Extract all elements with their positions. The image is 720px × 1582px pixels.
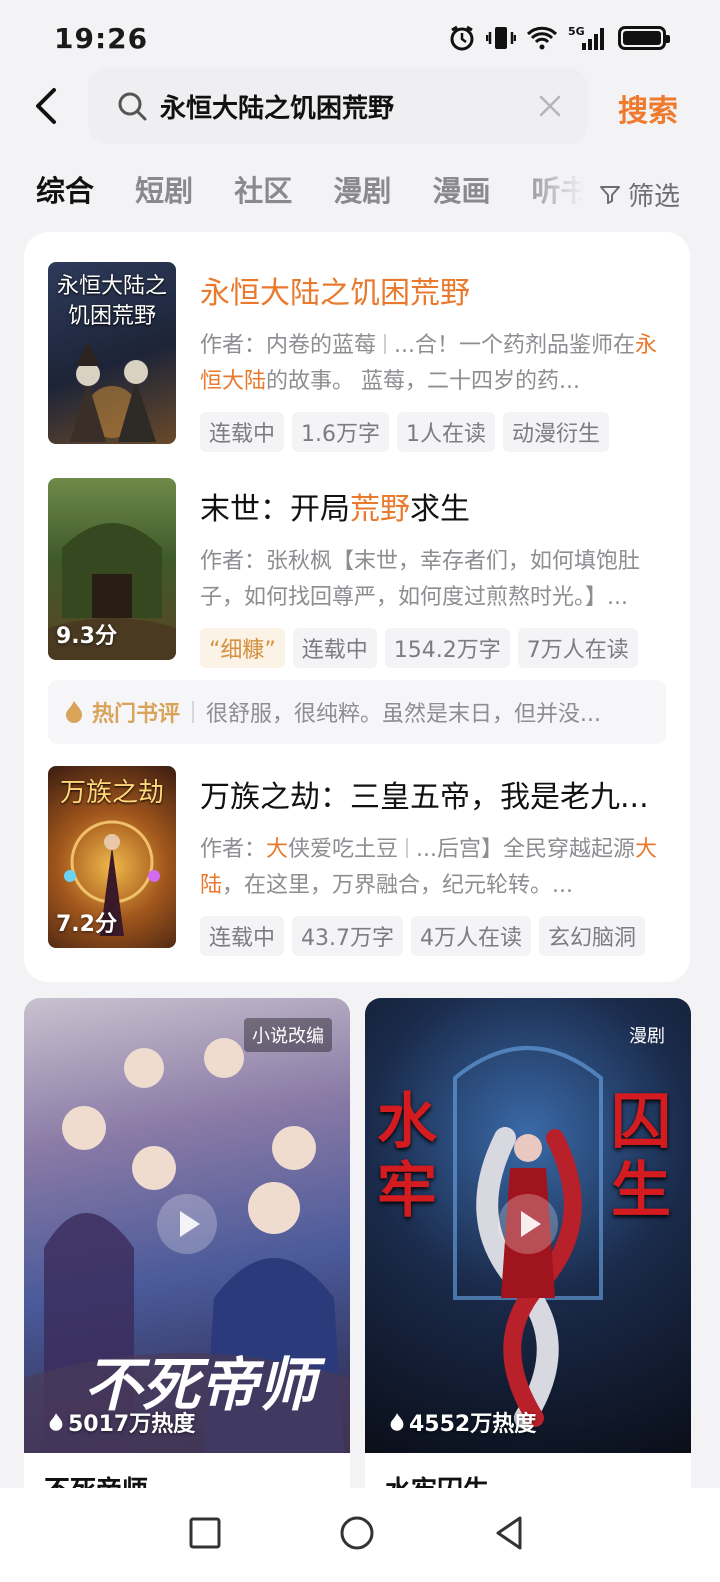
book-description: 作者：内卷的蓝莓 ...合！一个药剂品鉴师在永恒大陆的故事。 蓝莓，二十四岁的药.…	[200, 333, 658, 394]
book-cover: 9.3分	[48, 478, 176, 660]
poster-title-right: 囚生	[611, 1087, 671, 1226]
search-query-text: 永恒大陆之饥困荒野	[160, 94, 395, 124]
search-button[interactable]: 搜索	[618, 86, 678, 130]
tabs-fade	[520, 168, 600, 218]
play-icon[interactable]	[498, 1194, 558, 1254]
back-nav-icon[interactable]	[488, 1512, 530, 1554]
status-icons: 5G	[448, 24, 670, 52]
cover-title: 万族之劫	[59, 778, 164, 808]
tag-highlight: “细糠”	[200, 628, 285, 668]
book-item[interactable]: 9.3分 末世：开局荒野求生 作者：张秋枫【末世，幸存者们，如何填饱肚子，如何找…	[48, 478, 668, 668]
book-tags: 连载中 1.6万字 1人在读 动漫衍生	[200, 412, 670, 452]
hot-review-label: 热门书评	[92, 702, 181, 727]
book-description: 作者：大侠爱吃土豆 ...后宫】全民穿越起源大陆，在这里，万界融合，纪元轮转。..…	[200, 837, 658, 898]
drama-card[interactable]: 水牢 囚生 漫剧 4552万热度 水牢 囚生	[365, 998, 691, 1558]
book-title: 末世：开局荒野求生	[200, 492, 470, 527]
drama-poster: 水牢 囚生	[365, 998, 691, 1453]
alarm-icon	[448, 24, 476, 52]
flame-icon	[66, 701, 82, 723]
book-info: 万族之劫：三皇五帝，我是老九... 作者：大侠爱吃土豆 ...后宫】全民穿越起源大…	[200, 772, 670, 956]
network-type: 5G	[568, 25, 585, 38]
tab-short-drama[interactable]: 短剧	[135, 168, 193, 210]
tag: 4万人在读	[411, 916, 532, 956]
drama-badge: 漫剧	[629, 1026, 665, 1047]
tag: 1人在读	[397, 412, 496, 452]
filter-icon	[600, 185, 620, 204]
tab-comic-drama[interactable]: 漫剧	[333, 168, 391, 210]
filter-label: 筛选	[628, 182, 681, 212]
tag: 43.7万字	[292, 916, 404, 956]
tag: 玄幻脑洞	[539, 916, 646, 956]
wifi-icon	[526, 25, 558, 51]
tag: 7万人在读	[517, 628, 638, 668]
category-tabs: 综合 短剧 社区 漫剧 漫画 听书	[36, 168, 596, 218]
book-item[interactable]: 永恒大陆之饥困荒野 永恒大陆之饥困荒野 作者：内卷的蓝莓 ...合！一个药剂品鉴师…	[48, 262, 668, 452]
tab-comprehensive[interactable]: 综合	[36, 168, 94, 210]
status-bar: 19:26 5G	[0, 0, 720, 72]
tag: 连载中	[200, 916, 285, 956]
drama-poster: 不死帝师	[24, 998, 350, 1453]
book-cover: 永恒大陆之饥困荒野	[48, 262, 176, 444]
tag: 154.2万字	[384, 628, 510, 668]
home-icon[interactable]	[336, 1512, 378, 1554]
back-button[interactable]	[28, 84, 68, 128]
system-nav-bar	[0, 1488, 720, 1582]
book-score: 9.3分	[56, 624, 117, 649]
hot-review-text: 很舒服，很纯粹。虽然是末日，但并没...	[206, 702, 601, 727]
vibrate-icon	[486, 24, 516, 52]
book-info: 末世：开局荒野求生 作者：张秋枫【末世，幸存者们，如何填饱肚子，如何找回尊严，如…	[200, 484, 670, 668]
search-icon	[118, 92, 147, 121]
tab-comics[interactable]: 漫画	[432, 168, 490, 210]
results-card: 永恒大陆之饥困荒野 永恒大陆之饥困荒野 作者：内卷的蓝莓 ...合！一个药剂品鉴师…	[24, 232, 690, 982]
flame-icon	[49, 1413, 63, 1431]
drama-heat: 5017万热度	[48, 1406, 195, 1438]
book-tags: “细糠” 连载中 154.2万字 7万人在读	[200, 628, 670, 668]
tag: 连载中	[292, 628, 377, 668]
book-info: 永恒大陆之饥困荒野 作者：内卷的蓝莓 ...合！一个药剂品鉴师在永恒大陆的故事。 …	[200, 268, 670, 452]
clear-search-icon[interactable]	[538, 94, 562, 118]
tag: 1.6万字	[292, 412, 390, 452]
drama-badge: 小说改编	[244, 1018, 332, 1052]
hot-review[interactable]: 热门书评 很舒服，很纯粹。虽然是末日，但并没...	[48, 680, 666, 744]
book-description: 作者：张秋枫【末世，幸存者们，如何填饱肚子，如何找回尊严，如何度过煎熬时光。】.…	[200, 549, 641, 610]
tag: 动漫衍生	[503, 412, 610, 452]
drama-card[interactable]: 不死帝师 小说改编 5017万热度 不死帝师	[24, 998, 350, 1558]
signal-icon: 5G	[568, 24, 608, 52]
divider	[192, 701, 195, 723]
book-item[interactable]: 万族之劫 7.2分 万族之劫：三皇五帝，我是老九... 作者：大侠爱吃土豆...…	[48, 766, 668, 956]
tag: 连载中	[200, 412, 285, 452]
search-input[interactable]: 永恒大陆之饥困荒野	[88, 68, 588, 144]
book-title: 永恒大陆之饥困荒野	[200, 276, 470, 311]
play-icon[interactable]	[157, 1194, 217, 1254]
book-tags: 连载中 43.7万字 4万人在读 玄幻脑洞	[200, 916, 670, 956]
tab-community[interactable]: 社区	[234, 168, 292, 210]
chevron-left-icon	[36, 88, 56, 124]
book-title: 万族之劫：三皇五帝，我是老九...	[200, 780, 649, 815]
battery-icon	[618, 26, 670, 50]
book-score: 7.2分	[56, 912, 117, 937]
cover-title: 永恒大陆之饥困荒野	[56, 274, 167, 329]
book-cover: 万族之劫 7.2分	[48, 766, 176, 948]
drama-heat: 4552万热度	[389, 1406, 536, 1438]
filter-button[interactable]: 筛选	[598, 176, 680, 213]
status-time: 19:26	[54, 22, 149, 55]
poster-title-left: 水牢	[377, 1087, 437, 1226]
recent-apps-icon[interactable]	[184, 1512, 226, 1554]
flame-icon	[390, 1413, 404, 1431]
